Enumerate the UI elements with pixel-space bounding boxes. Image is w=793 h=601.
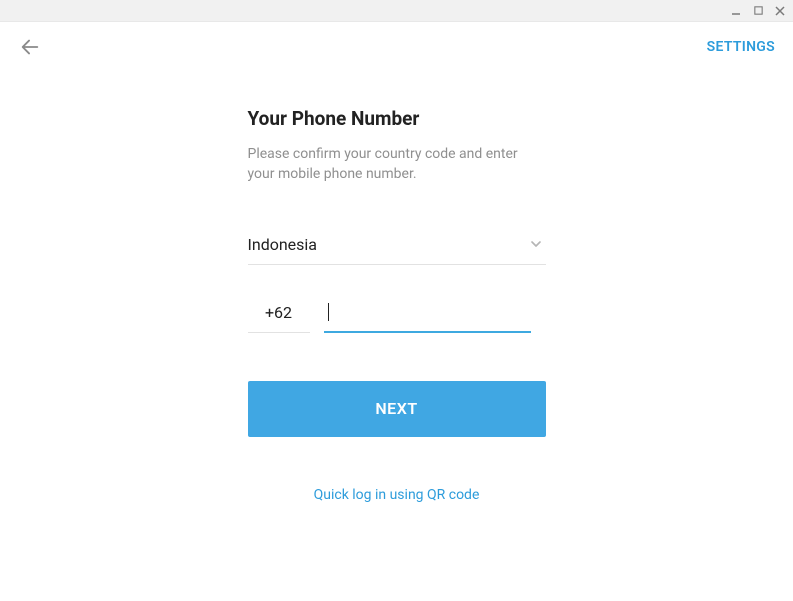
window-minimize-button[interactable]	[729, 4, 743, 18]
chevron-down-icon	[528, 236, 544, 252]
qr-login-link[interactable]: Quick log in using QR code	[248, 487, 546, 503]
page-subtitle: Please confirm your country code and ent…	[248, 144, 546, 185]
phone-row	[248, 303, 546, 333]
phone-input-wrapper	[324, 303, 546, 333]
window-titlebar	[0, 0, 793, 22]
country-name-label: Indonesia	[248, 235, 318, 254]
window-maximize-button[interactable]	[751, 4, 765, 18]
settings-link[interactable]: SETTINGS	[707, 39, 775, 55]
phone-number-input[interactable]	[324, 303, 531, 333]
page-title: Your Phone Number	[248, 107, 546, 130]
back-button[interactable]	[18, 35, 42, 59]
country-code-input[interactable]	[248, 303, 310, 333]
next-button[interactable]: NEXT	[248, 381, 546, 437]
window-close-button[interactable]	[773, 4, 787, 18]
country-select[interactable]: Indonesia	[248, 235, 546, 265]
topbar: SETTINGS	[0, 22, 793, 72]
arrow-left-icon	[19, 36, 41, 58]
login-form: Your Phone Number Please confirm your co…	[248, 107, 546, 503]
